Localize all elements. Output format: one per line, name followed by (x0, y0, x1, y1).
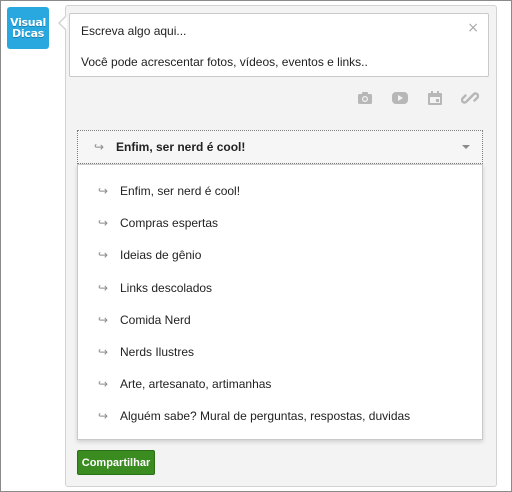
post-input-placeholder: Escreva algo aqui... (81, 24, 187, 38)
category-option[interactable]: ↪ Alguém sabe? Mural de perguntas, respos… (78, 400, 482, 432)
category-option-label: Ideias de gênio (120, 248, 202, 263)
camera-icon[interactable] (356, 89, 374, 107)
share-button[interactable]: Compartilhar (77, 450, 155, 475)
close-icon[interactable]: × (467, 20, 479, 36)
reply-arrow-icon: ↪ (98, 377, 109, 392)
reply-arrow-icon: ↪ (98, 345, 109, 360)
category-select-value: Enfim, ser nerd é cool! (116, 140, 246, 154)
category-option[interactable]: ↪ Nerds Ilustres (78, 336, 482, 368)
calendar-icon[interactable] (426, 89, 444, 107)
post-input-hint: Você pode acrescentar fotos, vídeos, eve… (81, 55, 368, 69)
category-option-label: Enfim, ser nerd é cool! (120, 184, 241, 199)
reply-arrow-icon: ↪ (98, 280, 109, 295)
category-option-label: Arte, artesanato, artimanhas (120, 377, 272, 392)
avatar-text-line2: Dicas (12, 27, 44, 40)
chevron-down-icon (462, 145, 470, 149)
category-option[interactable]: ↪ Compras espertas (78, 207, 482, 239)
category-option[interactable]: ↪ Links descolados (78, 272, 482, 304)
reply-arrow-icon: ↪ (98, 248, 109, 263)
category-option[interactable]: ↪ Comida Nerd (78, 304, 482, 336)
category-option-label: Nerds Ilustres (120, 345, 195, 360)
avatar[interactable]: Visual Dicas (7, 7, 49, 49)
reply-arrow-icon: ↪ (94, 140, 105, 154)
card-pointer-inner (60, 16, 67, 30)
category-option-label: Comida Nerd (120, 312, 191, 327)
reply-arrow-icon: ↪ (98, 409, 109, 424)
reply-arrow-icon: ↪ (98, 184, 109, 199)
reply-arrow-icon: ↪ (98, 312, 109, 327)
category-option[interactable]: ↪ Ideias de gênio (78, 239, 482, 271)
category-dropdown-menu: ↪ Enfim, ser nerd é cool! ↪ Compras espert… (77, 164, 483, 440)
category-option-label: Links descolados (120, 280, 213, 295)
video-icon[interactable] (391, 89, 409, 107)
link-icon[interactable] (461, 89, 479, 107)
post-input[interactable]: Escreva algo aqui... Você pode acrescent… (69, 13, 489, 77)
category-option[interactable]: ↪ Arte, artesanato, artimanhas (78, 368, 482, 400)
category-option-label: Compras espertas (120, 216, 219, 231)
category-option[interactable]: ↪ Enfim, ser nerd é cool! (78, 175, 482, 207)
category-select[interactable]: ↪ Enfim, ser nerd é cool! (77, 130, 483, 164)
reply-arrow-icon: ↪ (98, 216, 109, 231)
category-option-label: Alguém sabe? Mural de perguntas, respost… (120, 409, 411, 424)
